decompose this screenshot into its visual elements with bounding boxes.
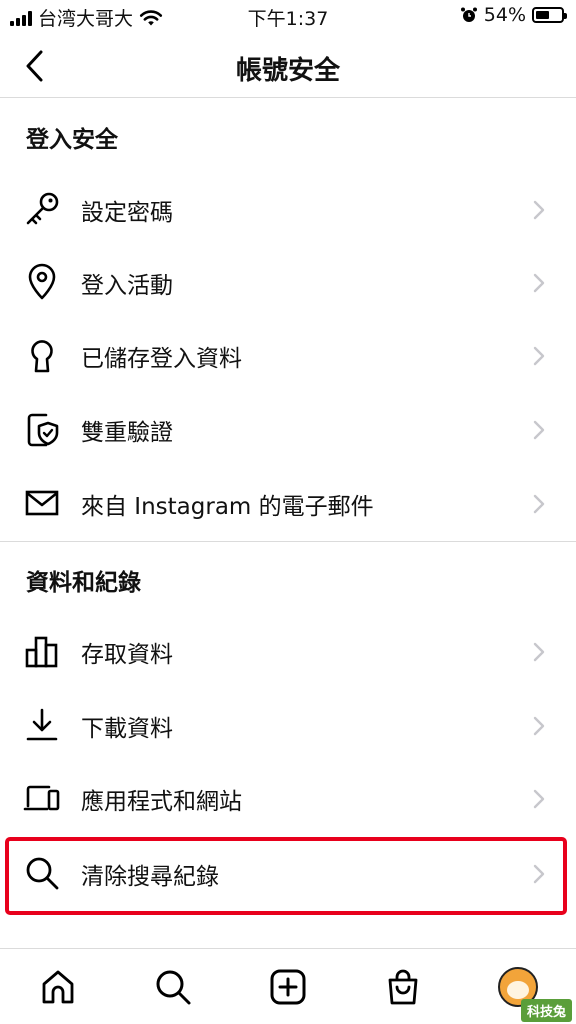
phone-shield-icon (27, 413, 59, 447)
envelope-icon (25, 490, 59, 516)
menu-item-label: 登入活動 (81, 273, 173, 299)
menu-item-two-factor-auth[interactable]: 雙重驗證 (0, 393, 576, 465)
tab-home[interactable] (36, 965, 80, 1009)
menu-item-set-password[interactable]: 設定密碼 (0, 173, 576, 245)
chevron-right-icon (533, 789, 545, 809)
bar-chart-icon (25, 636, 58, 668)
chevron-right-icon (533, 716, 545, 736)
tab-shop[interactable] (381, 965, 425, 1009)
battery-fill (536, 11, 549, 19)
chevron-right-icon (533, 273, 545, 293)
avatar-face (507, 981, 529, 999)
devices-icon (23, 785, 60, 811)
shopping-bag-icon (388, 969, 418, 1005)
battery-percent: 54% (483, 4, 526, 26)
menu-item-label: 應用程式和網站 (81, 789, 242, 815)
chevron-right-icon (533, 864, 545, 884)
menu-item-label: 下載資料 (81, 716, 173, 742)
download-icon (26, 708, 58, 741)
search-icon (156, 970, 191, 1005)
menu-item-label: 已儲存登入資料 (81, 346, 242, 372)
tab-search[interactable] (151, 965, 195, 1009)
menu-item-apps-and-websites[interactable]: 應用程式和網站 (0, 762, 576, 834)
menu-item-saved-login-info[interactable]: 已儲存登入資料 (0, 319, 576, 391)
menu-item-label: 存取資料 (81, 642, 173, 668)
page-title: 帳號安全 (235, 56, 340, 86)
chevron-right-icon (533, 346, 545, 366)
status-right: 54% (460, 4, 567, 26)
battery-icon (532, 7, 567, 23)
chevron-right-icon (533, 642, 545, 662)
tab-create[interactable] (266, 965, 310, 1009)
menu-item-login-activity[interactable]: 登入活動 (0, 246, 576, 318)
menu-item-access-data[interactable]: 存取資料 (0, 615, 576, 687)
key-icon (26, 192, 59, 225)
home-icon (42, 970, 74, 1004)
bottom-tab-bar: 科技兔 (0, 948, 576, 1024)
nav-header: 帳號安全 (0, 34, 576, 98)
search-icon (26, 857, 59, 890)
chevron-right-icon (533, 494, 545, 514)
create-post-icon (270, 969, 306, 1005)
section-header-login-security: 登入安全 (26, 127, 118, 153)
menu-item-label: 來自 Instagram 的電子郵件 (81, 494, 374, 520)
location-pin-icon (28, 263, 56, 300)
menu-item-emails-from-instagram[interactable]: 來自 Instagram 的電子郵件 (0, 467, 576, 539)
menu-item-label: 清除搜尋紀錄 (81, 864, 219, 890)
menu-item-download-data[interactable]: 下載資料 (0, 689, 576, 761)
keyhole-icon (31, 340, 53, 373)
menu-item-clear-search-history[interactable]: 清除搜尋紀錄 (0, 837, 576, 909)
status-bar: 台湾大哥大 下午1:37 54% (0, 0, 576, 34)
section-header-data-history: 資料和紀錄 (26, 570, 141, 596)
menu-item-label: 雙重驗證 (81, 420, 173, 446)
watermark-logo: 科技兔 (520, 999, 572, 1022)
chevron-right-icon (533, 420, 545, 440)
menu-item-label: 設定密碼 (81, 200, 173, 226)
chevron-right-icon (533, 200, 545, 220)
section-divider (0, 541, 576, 542)
alarm-icon (460, 7, 477, 22)
